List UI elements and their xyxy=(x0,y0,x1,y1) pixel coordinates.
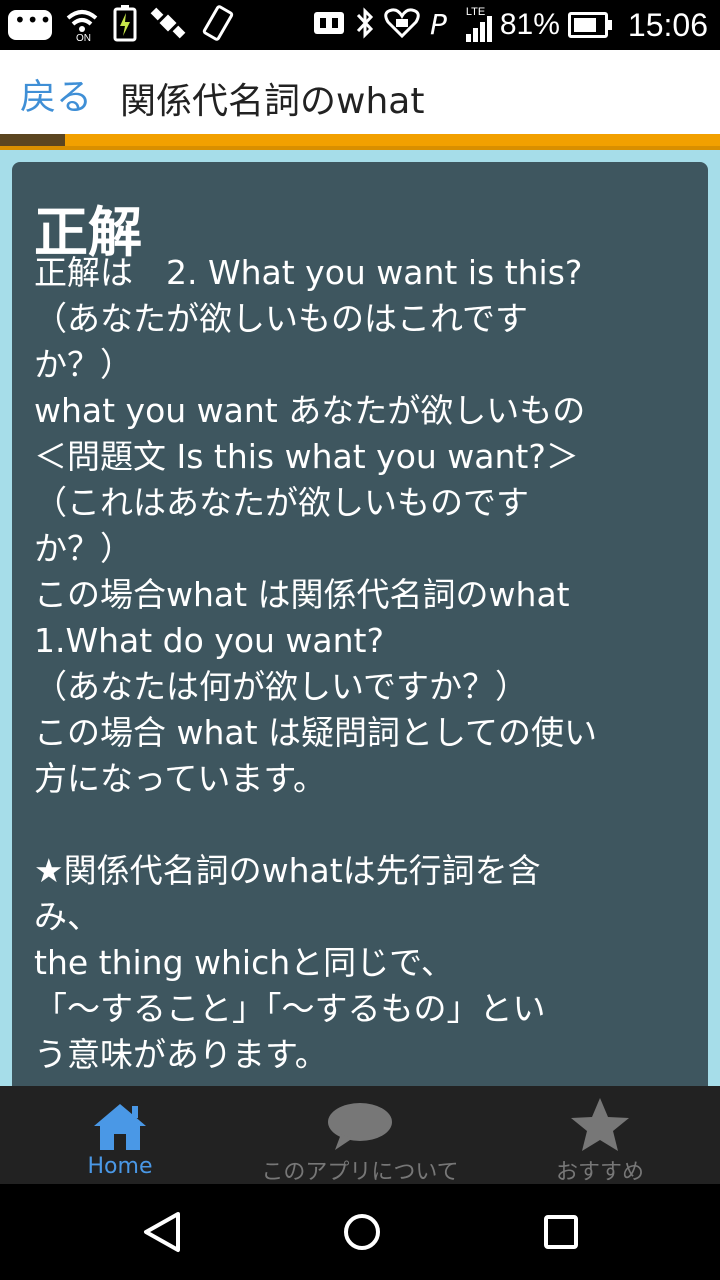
bottom-nav: Home このアプリについて おすすめ xyxy=(0,1086,720,1185)
answer-line: み、 xyxy=(34,897,100,936)
battery-charging-icon xyxy=(112,4,138,46)
app-header: 戻る 関係代名詞のwhat xyxy=(0,50,720,134)
home-circle-icon[interactable] xyxy=(338,1208,386,1260)
system-nav-bar xyxy=(0,1184,720,1280)
nav-about[interactable]: このアプリについて xyxy=(230,1086,490,1185)
answer-card: 正解 正解は 2. What you want is this? （あなたが欲し… xyxy=(12,162,708,1086)
vibrate-icon xyxy=(198,4,238,46)
heart-icon xyxy=(384,6,420,44)
star-icon xyxy=(569,1096,631,1156)
bluetooth-icon xyxy=(354,6,376,44)
page-title: 関係代名詞のwhat xyxy=(120,81,425,122)
battery-percent: 81% xyxy=(499,8,560,41)
progress-fill xyxy=(0,134,65,146)
status-left-icons: ON xyxy=(8,4,238,46)
answer-line: か？） xyxy=(34,529,133,568)
nfc-icon xyxy=(312,8,346,42)
answer-line: ★関係代名詞のwhatは先行詞を含 xyxy=(34,851,541,890)
answer-line: か？） xyxy=(34,345,133,384)
satellite-icon xyxy=(148,4,188,46)
progress-bar xyxy=(0,134,720,150)
answer-line: （あなたは何が欲しいですか？） xyxy=(34,667,529,706)
home-icon xyxy=(90,1102,150,1156)
svg-text:P: P xyxy=(430,8,447,40)
answer-line: 1.What do you want? xyxy=(34,621,385,660)
answer-line: 正解は 2. What you want is this? xyxy=(34,253,583,292)
nav-recommend[interactable]: おすすめ xyxy=(500,1086,700,1185)
answer-line: （これはあなたが欲しいものです xyxy=(34,483,529,522)
speech-bubble-icon xyxy=(327,1102,393,1156)
answer-line: （あなたが欲しいものはこれです xyxy=(34,299,529,338)
answer-line: う意味があります。 xyxy=(34,1035,328,1074)
svg-text:ON: ON xyxy=(76,33,91,42)
clock: 15:06 xyxy=(627,6,708,43)
status-right-icons: P LTE 81% 15:06 xyxy=(312,0,708,50)
answer-line: 方になっています。 xyxy=(34,759,327,798)
nav-home-label: Home xyxy=(87,1154,153,1179)
nav-recommend-label: おすすめ xyxy=(555,1160,644,1185)
battery-icon xyxy=(567,12,612,38)
network-type-label: LTE xyxy=(465,6,486,18)
nav-home[interactable]: Home xyxy=(20,1086,220,1184)
answer-line: ＜問題文 Is this what you want?＞ xyxy=(34,437,579,476)
answer-line: この場合 what は疑問詞としての使い xyxy=(34,713,598,752)
nfc-p-icon: P xyxy=(428,6,458,44)
signal-icon: LTE xyxy=(465,6,492,42)
answer-line-blank xyxy=(34,802,694,848)
answer-line: what you want あなたが欲しいもの xyxy=(34,391,586,430)
answer-body: 正解は 2. What you want is this? （あなたが欲しいもの… xyxy=(34,250,694,1078)
answer-line: 「～すること」「～するもの」とい xyxy=(34,989,546,1028)
content-area[interactable]: 正解 正解は 2. What you want is this? （あなたが欲し… xyxy=(0,150,720,1086)
nav-about-label: このアプリについて xyxy=(261,1160,459,1185)
recents-square-icon[interactable] xyxy=(540,1208,584,1260)
answer-line: the thing whichと同じで、 xyxy=(34,943,454,982)
status-bar: ON P LTE 81% 1 xyxy=(0,0,720,50)
answer-line: この場合what は関係代名詞のwhat xyxy=(34,575,570,614)
back-triangle-icon[interactable] xyxy=(140,1208,184,1260)
back-button[interactable]: 戻る xyxy=(20,68,92,120)
wifi-calling-icon: ON xyxy=(62,4,102,46)
message-icon xyxy=(8,8,52,40)
